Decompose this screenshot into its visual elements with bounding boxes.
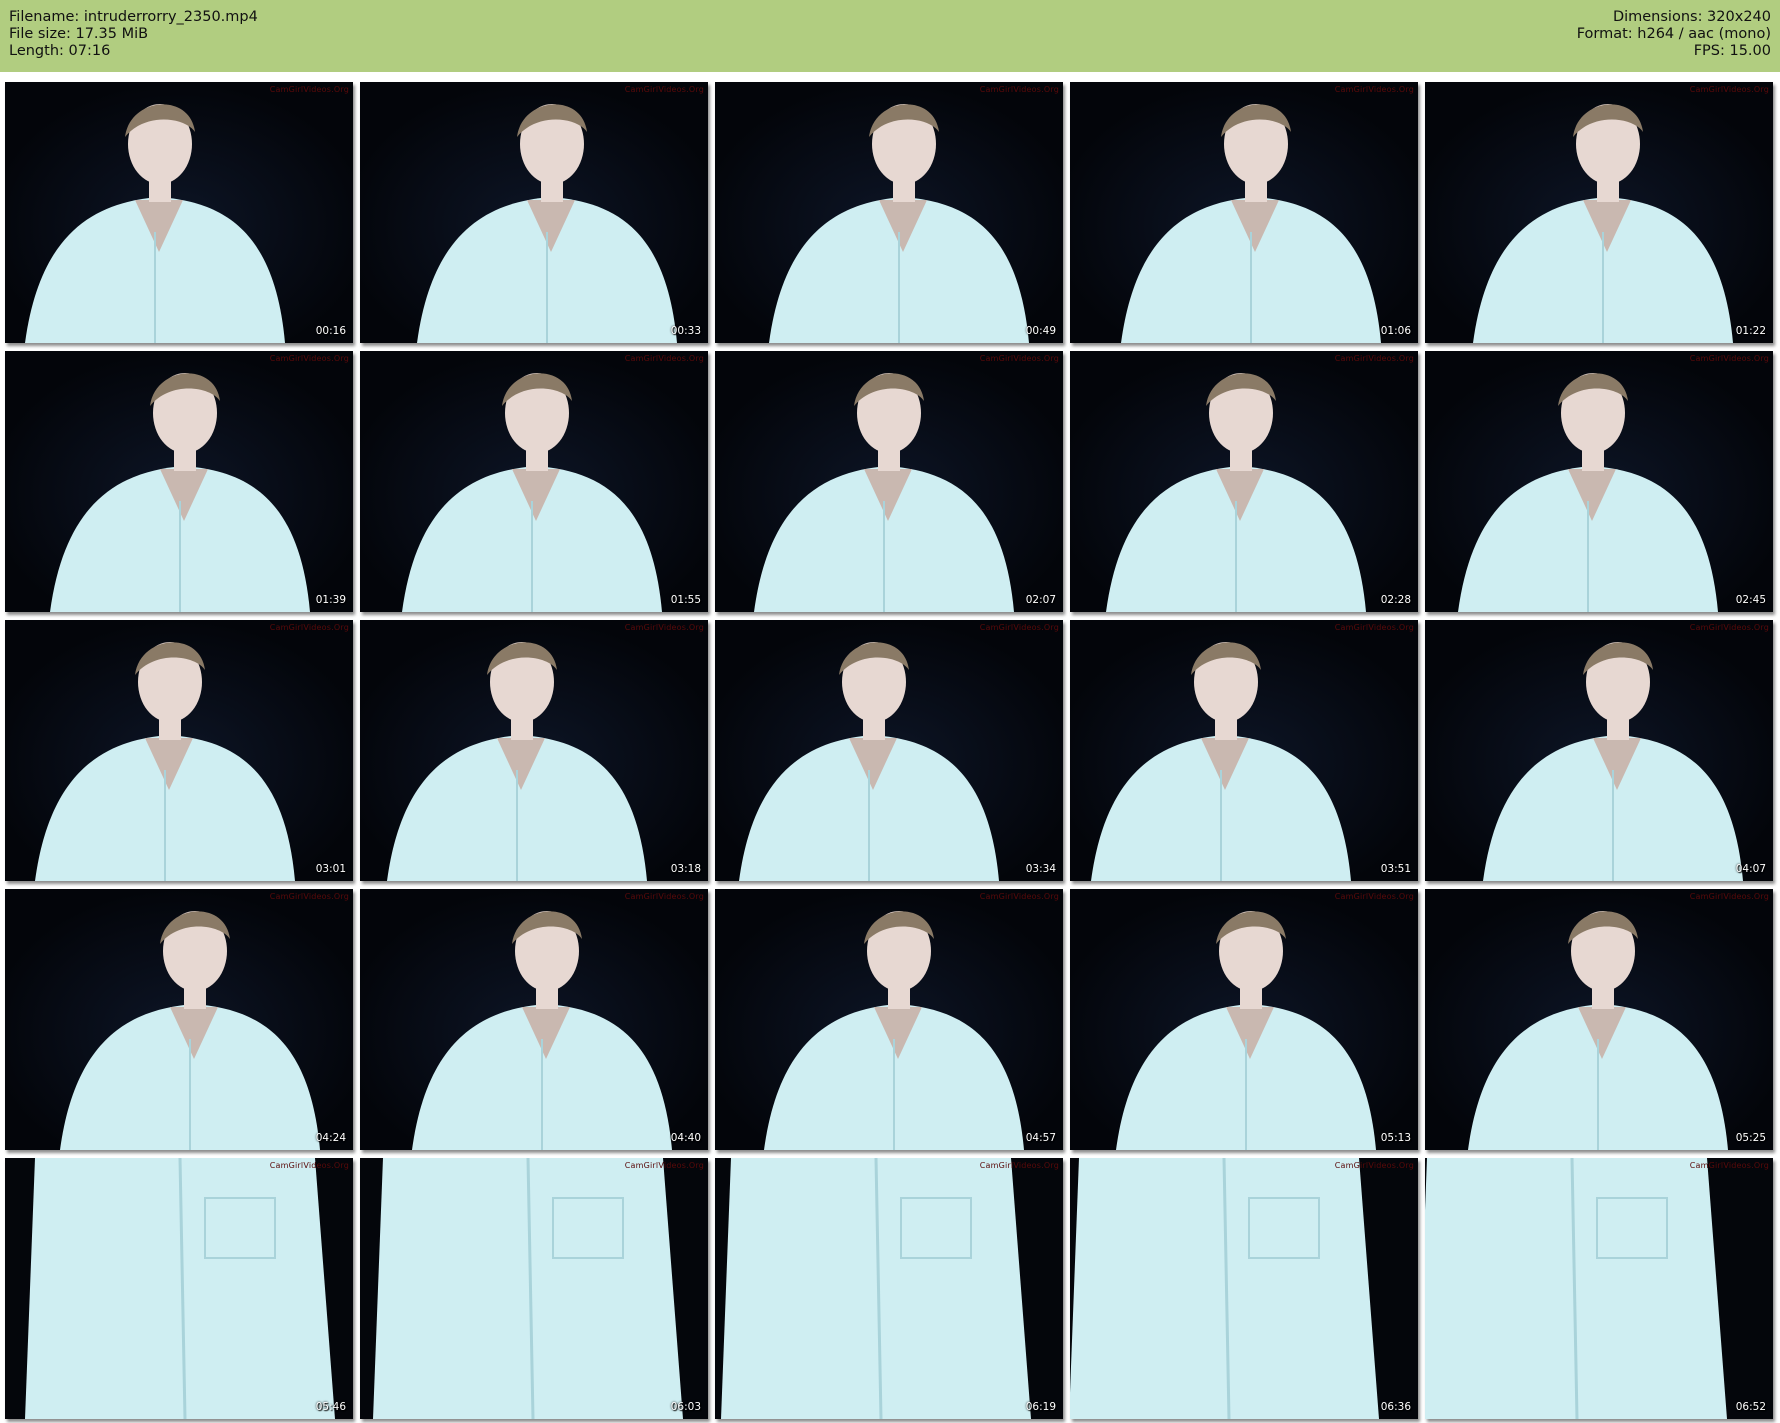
meta-right: Dimensions: 320x240 Format: h264 / aac (… xyxy=(1577,9,1771,60)
watermark-text: CamGirlVideos.Org xyxy=(979,892,1059,901)
timestamp-label: 00:16 xyxy=(315,325,346,337)
watermark-text: CamGirlVideos.Org xyxy=(1334,623,1414,632)
watermark-text: CamGirlVideos.Org xyxy=(269,623,349,632)
video-thumbnail: CamGirlVideos.Org 04:07 xyxy=(1425,620,1773,881)
watermark-text: CamGirlVideos.Org xyxy=(979,623,1059,632)
timestamp-label: 02:45 xyxy=(1735,594,1766,606)
watermark-text: CamGirlVideos.Org xyxy=(1689,1161,1769,1170)
meta-left: Filename: intruderrorry_2350.mp4 File si… xyxy=(9,9,258,60)
video-thumbnail: CamGirlVideos.Org 06:19 xyxy=(715,1158,1063,1419)
video-thumbnail: CamGirlVideos.Org 01:55 xyxy=(360,351,708,612)
timestamp-label: 00:49 xyxy=(1025,325,1056,337)
video-thumbnail: CamGirlVideos.Org 06:36 xyxy=(1070,1158,1418,1419)
format-text: Format: h264 / aac (mono) xyxy=(1576,26,1771,42)
timestamp-label: 01:55 xyxy=(670,594,701,606)
timestamp-label: 01:39 xyxy=(315,594,346,606)
timestamp-label: 03:01 xyxy=(315,863,346,875)
dimensions-text: Dimensions: 320x240 xyxy=(1612,9,1771,25)
video-thumbnail: CamGirlVideos.Org 01:39 xyxy=(5,351,353,612)
watermark-text: CamGirlVideos.Org xyxy=(1334,354,1414,363)
video-thumbnail: CamGirlVideos.Org 05:46 xyxy=(5,1158,353,1419)
length-text: Length: 07:16 xyxy=(9,43,111,59)
watermark-text: CamGirlVideos.Org xyxy=(1334,1161,1414,1170)
timestamp-label: 04:57 xyxy=(1025,1132,1056,1144)
timestamp-label: 06:19 xyxy=(1025,1401,1056,1413)
watermark-text: CamGirlVideos.Org xyxy=(624,623,704,632)
watermark-text: CamGirlVideos.Org xyxy=(1689,892,1769,901)
timestamp-label: 05:25 xyxy=(1735,1132,1766,1144)
timestamp-label: 06:03 xyxy=(670,1401,701,1413)
video-thumbnail: CamGirlVideos.Org 04:40 xyxy=(360,889,708,1150)
video-thumbnail: CamGirlVideos.Org 06:52 xyxy=(1425,1158,1773,1419)
filesize-text: File size: 17.35 MiB xyxy=(9,26,149,42)
timestamp-label: 04:24 xyxy=(315,1132,346,1144)
filename-text: Filename: intruderrorry_2350.mp4 xyxy=(9,9,258,25)
watermark-text: CamGirlVideos.Org xyxy=(624,354,704,363)
video-thumbnail: CamGirlVideos.Org 00:49 xyxy=(715,82,1063,343)
timestamp-label: 06:36 xyxy=(1380,1401,1411,1413)
watermark-text: CamGirlVideos.Org xyxy=(269,354,349,363)
video-thumbnail: CamGirlVideos.Org 06:03 xyxy=(360,1158,708,1419)
timestamp-label: 03:51 xyxy=(1380,863,1411,875)
watermark-text: CamGirlVideos.Org xyxy=(269,1161,349,1170)
timestamp-label: 05:46 xyxy=(315,1401,346,1413)
video-thumbnail: CamGirlVideos.Org 03:51 xyxy=(1070,620,1418,881)
timestamp-label: 02:07 xyxy=(1025,594,1056,606)
watermark-text: CamGirlVideos.Org xyxy=(1334,85,1414,94)
fps-text: FPS: 15.00 xyxy=(1693,43,1771,59)
watermark-text: CamGirlVideos.Org xyxy=(624,892,704,901)
watermark-text: CamGirlVideos.Org xyxy=(269,892,349,901)
video-thumbnail: CamGirlVideos.Org 03:18 xyxy=(360,620,708,881)
timestamp-label: 06:52 xyxy=(1735,1401,1766,1413)
video-thumbnail: CamGirlVideos.Org 02:07 xyxy=(715,351,1063,612)
video-thumbnail: CamGirlVideos.Org 01:22 xyxy=(1425,82,1773,343)
watermark-text: CamGirlVideos.Org xyxy=(979,354,1059,363)
watermark-text: CamGirlVideos.Org xyxy=(624,1161,704,1170)
timestamp-label: 01:22 xyxy=(1735,325,1766,337)
video-thumbnail: CamGirlVideos.Org 05:25 xyxy=(1425,889,1773,1150)
video-thumbnail: CamGirlVideos.Org 00:16 xyxy=(5,82,353,343)
video-thumbnail: CamGirlVideos.Org 03:01 xyxy=(5,620,353,881)
timestamp-label: 04:07 xyxy=(1735,863,1766,875)
watermark-text: CamGirlVideos.Org xyxy=(979,85,1059,94)
video-thumbnail: CamGirlVideos.Org 04:24 xyxy=(5,889,353,1150)
watermark-text: CamGirlVideos.Org xyxy=(269,85,349,94)
watermark-text: CamGirlVideos.Org xyxy=(624,85,704,94)
watermark-text: CamGirlVideos.Org xyxy=(1334,892,1414,901)
timestamp-label: 05:13 xyxy=(1380,1132,1411,1144)
video-thumbnail: CamGirlVideos.Org 01:06 xyxy=(1070,82,1418,343)
video-thumbnail: CamGirlVideos.Org 02:28 xyxy=(1070,351,1418,612)
timestamp-label: 00:33 xyxy=(670,325,701,337)
video-thumbnail: CamGirlVideos.Org 00:33 xyxy=(360,82,708,343)
timestamp-label: 04:40 xyxy=(670,1132,701,1144)
timestamp-label: 03:18 xyxy=(670,863,701,875)
watermark-text: CamGirlVideos.Org xyxy=(1689,354,1769,363)
video-thumbnail: CamGirlVideos.Org 02:45 xyxy=(1425,351,1773,612)
video-thumbnail: CamGirlVideos.Org 05:13 xyxy=(1070,889,1418,1150)
info-header: Filename: intruderrorry_2350.mp4 File si… xyxy=(0,0,1780,72)
timestamp-label: 01:06 xyxy=(1380,325,1411,337)
thumbnail-grid: CamGirlVideos.Org 00:16 CamGirlVideos.Org… xyxy=(5,82,1775,1419)
timestamp-label: 03:34 xyxy=(1025,863,1056,875)
watermark-text: CamGirlVideos.Org xyxy=(1689,623,1769,632)
watermark-text: CamGirlVideos.Org xyxy=(1689,85,1769,94)
video-thumbnail: CamGirlVideos.Org 04:57 xyxy=(715,889,1063,1150)
timestamp-label: 02:28 xyxy=(1380,594,1411,606)
video-thumbnail: CamGirlVideos.Org 03:34 xyxy=(715,620,1063,881)
watermark-text: CamGirlVideos.Org xyxy=(979,1161,1059,1170)
